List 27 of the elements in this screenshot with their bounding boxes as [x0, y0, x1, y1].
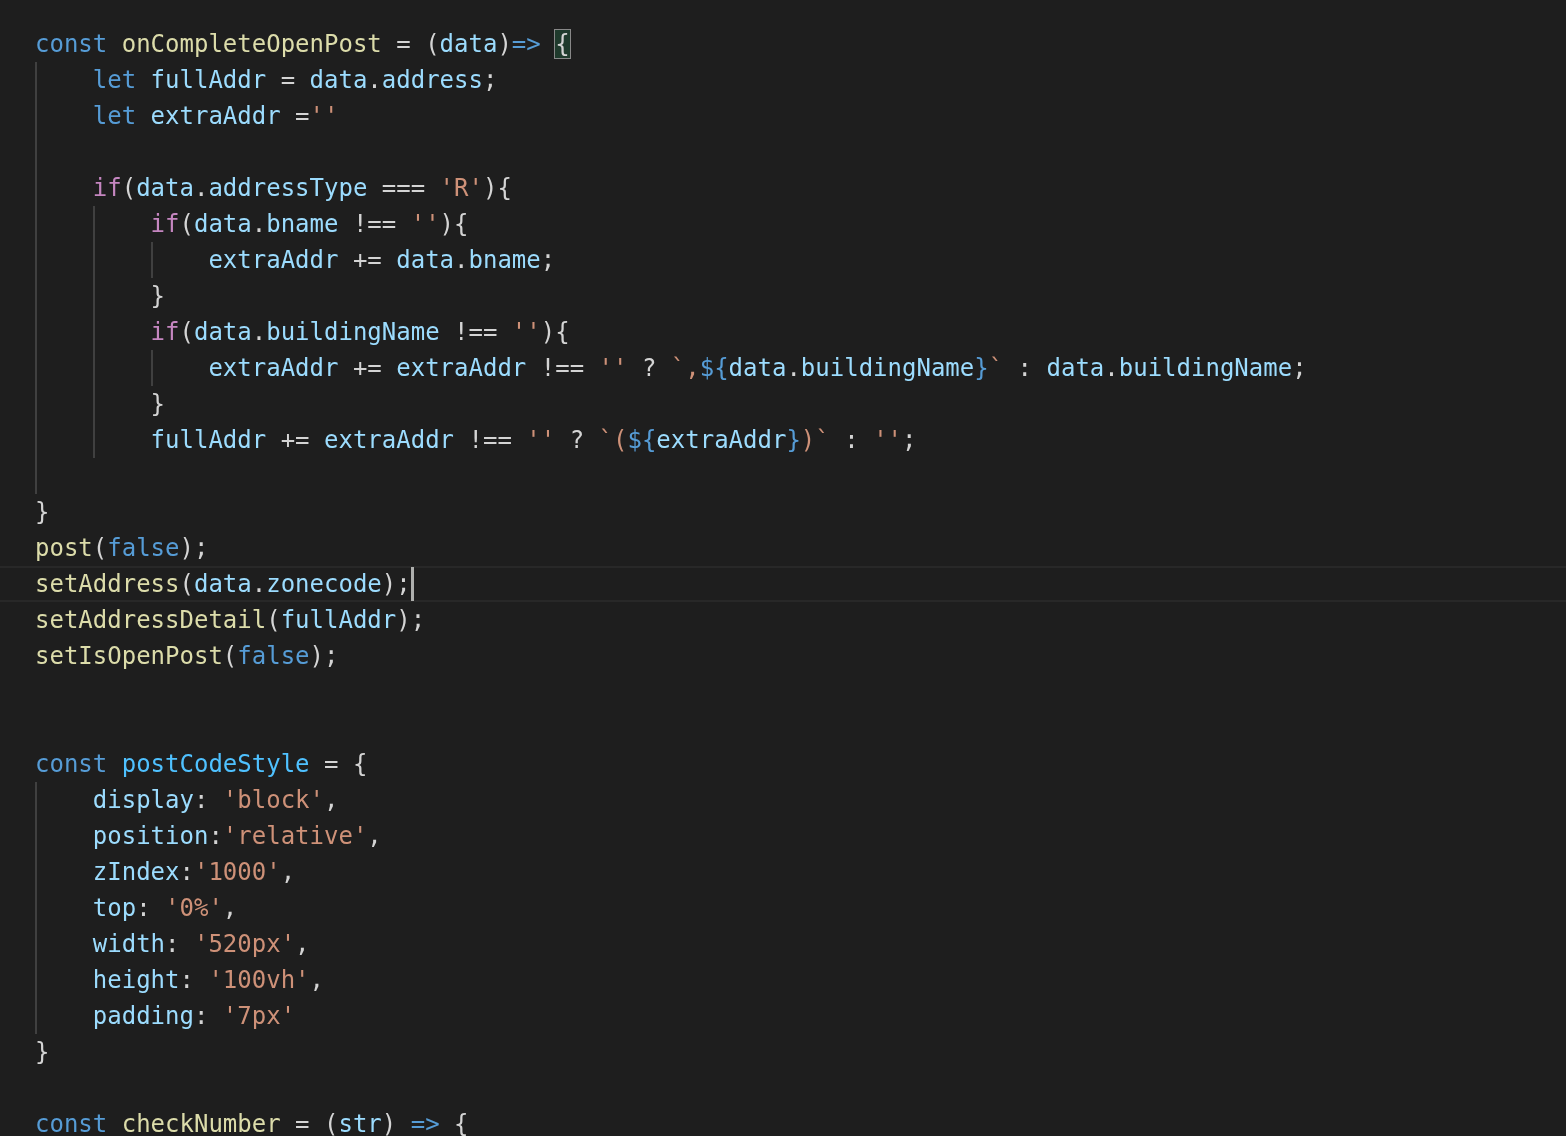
- code-line: let extraAddr ='': [92, 101, 339, 131]
- code-line: setAddressDetail(fullAddr);: [35, 605, 426, 635]
- code-line: }: [35, 1037, 50, 1067]
- code-line: if(data.addressType === 'R'){: [92, 173, 512, 203]
- code-line: const checkNumber = (str) => {: [35, 1109, 469, 1136]
- code-line: const postCodeStyle = {: [35, 749, 368, 779]
- code-line: const onCompleteOpenPost = (data)=> {: [35, 29, 570, 59]
- code-line: if(data.bname !== ''){: [150, 209, 469, 239]
- code-line: position:'relative',: [92, 821, 382, 851]
- code-line: zIndex:'1000',: [92, 857, 296, 887]
- code-line: padding: '7px': [92, 1001, 296, 1031]
- code-line: extraAddr += data.bname;: [208, 245, 556, 275]
- code-line: if(data.buildingName !== ''){: [150, 317, 570, 347]
- code-line: post(false);: [35, 533, 209, 563]
- code-line: extraAddr += extraAddr !== '' ? `,${data.buildingName}` : data.buildingName;: [208, 353, 1307, 383]
- code-line: setIsOpenPost(false);: [35, 641, 339, 671]
- code-line: }: [150, 281, 166, 311]
- code-line: }: [35, 497, 50, 527]
- code-line: top: '0%',: [92, 893, 238, 923]
- code-line: fullAddr += extraAddr !== '' ? `(${extraAddr})` : '';: [150, 425, 917, 455]
- code-line: height: '100vh',: [92, 965, 324, 995]
- code-line: width: '520px',: [92, 929, 310, 959]
- code-line: let fullAddr = data.address;: [92, 65, 498, 95]
- code-line: setAddress(data.zonecode);: [35, 569, 411, 599]
- text-cursor: [410, 567, 414, 601]
- code-line: }: [150, 389, 166, 419]
- code-line: display: 'block',: [92, 785, 339, 815]
